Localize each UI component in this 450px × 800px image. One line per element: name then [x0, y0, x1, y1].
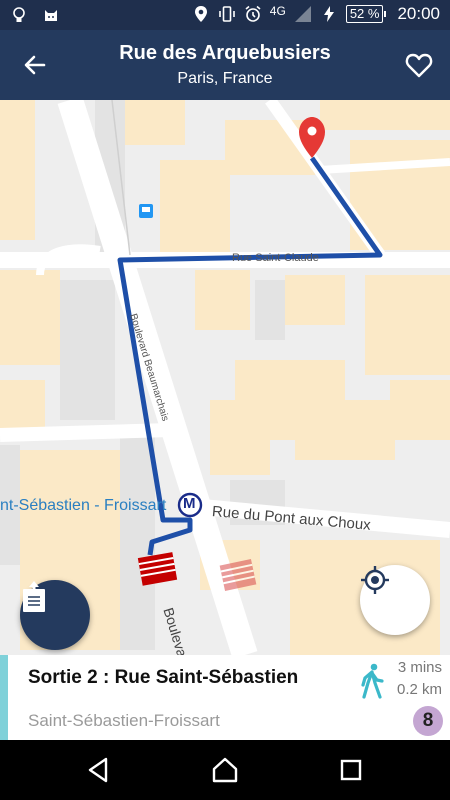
- location-icon: [194, 6, 207, 22]
- vibrate-icon: [218, 6, 235, 22]
- map-view[interactable]: Rue Saint-Claude Boulevard Beaumarchais …: [0, 100, 450, 655]
- metro-exit-marker: [137, 552, 178, 586]
- signal-icon: [294, 6, 311, 22]
- my-location-icon: [361, 566, 389, 594]
- metro-station-label: nt-Sébastien - Froissart: [0, 497, 167, 514]
- system-nav-bar: [0, 740, 450, 800]
- battery-level: 52 %: [345, 5, 387, 23]
- route-summary-card[interactable]: Sortie 2 : Rue Saint-Sébastien Saint-Séb…: [0, 655, 450, 740]
- cat-icon: [45, 10, 57, 21]
- share-document-icon: [23, 581, 45, 612]
- walking-person-icon: [361, 663, 384, 699]
- status-bar: 4G 52 % 20:00: [0, 0, 450, 30]
- my-location-button[interactable]: [360, 565, 430, 635]
- heart-outline-icon[interactable]: [404, 50, 434, 80]
- walk-duration: 3 mins: [397, 659, 442, 676]
- charging-icon: [323, 6, 334, 22]
- clock: 20:00: [397, 4, 440, 23]
- card-accent-bar: [0, 655, 8, 740]
- nav-recents-icon[interactable]: [336, 755, 366, 785]
- nav-home-icon[interactable]: [210, 755, 240, 785]
- network-type: 4G: [269, 4, 286, 18]
- lightbulb-icon: [13, 7, 25, 22]
- app-bar: Rue des Arquebusiers Paris, France: [0, 30, 450, 100]
- street-label-rue-saint-claude: Rue Saint-Claude: [232, 252, 319, 264]
- alarm-icon: [245, 5, 261, 22]
- nav-back-icon[interactable]: [84, 755, 114, 785]
- exit-title: Sortie 2 : Rue Saint-Sébastien: [28, 667, 299, 688]
- bus-stop-icon: [139, 204, 153, 218]
- share-button[interactable]: [20, 580, 90, 650]
- station-name: Saint-Sébastien-Froissart: [28, 711, 220, 730]
- metro-symbol: M: [183, 495, 196, 512]
- walk-distance: 0.2 km: [396, 681, 442, 698]
- page-subtitle: Paris, France: [177, 70, 273, 87]
- page-title: Rue des Arquebusiers: [119, 42, 331, 64]
- metro-line-badge: 8: [413, 706, 443, 736]
